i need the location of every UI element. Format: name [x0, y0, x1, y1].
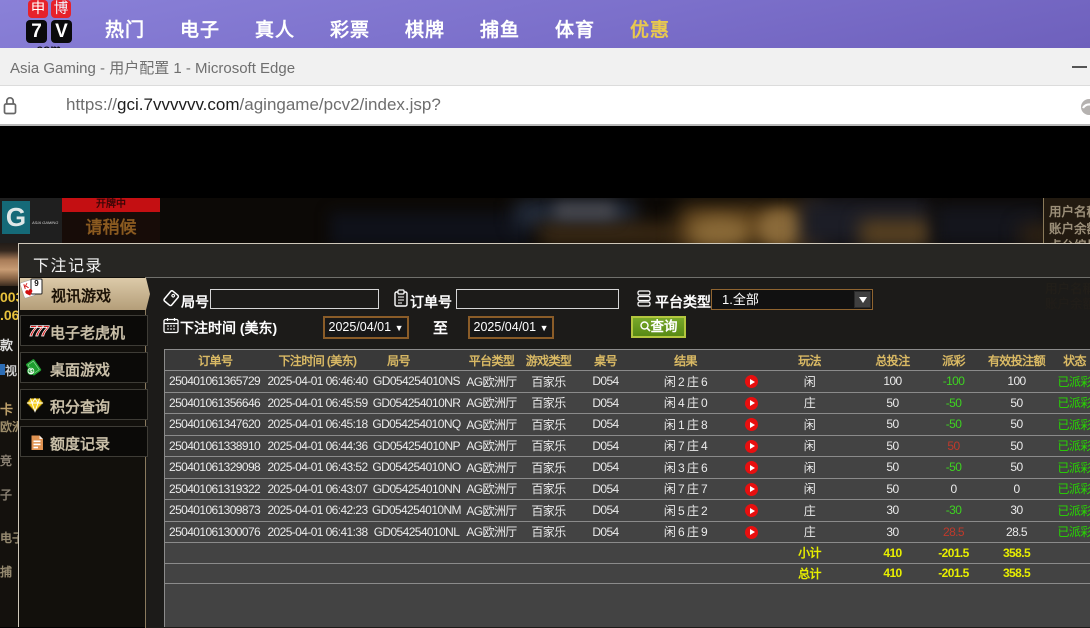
svg-text:9: 9	[34, 279, 39, 288]
svg-text:777: 777	[27, 323, 50, 340]
